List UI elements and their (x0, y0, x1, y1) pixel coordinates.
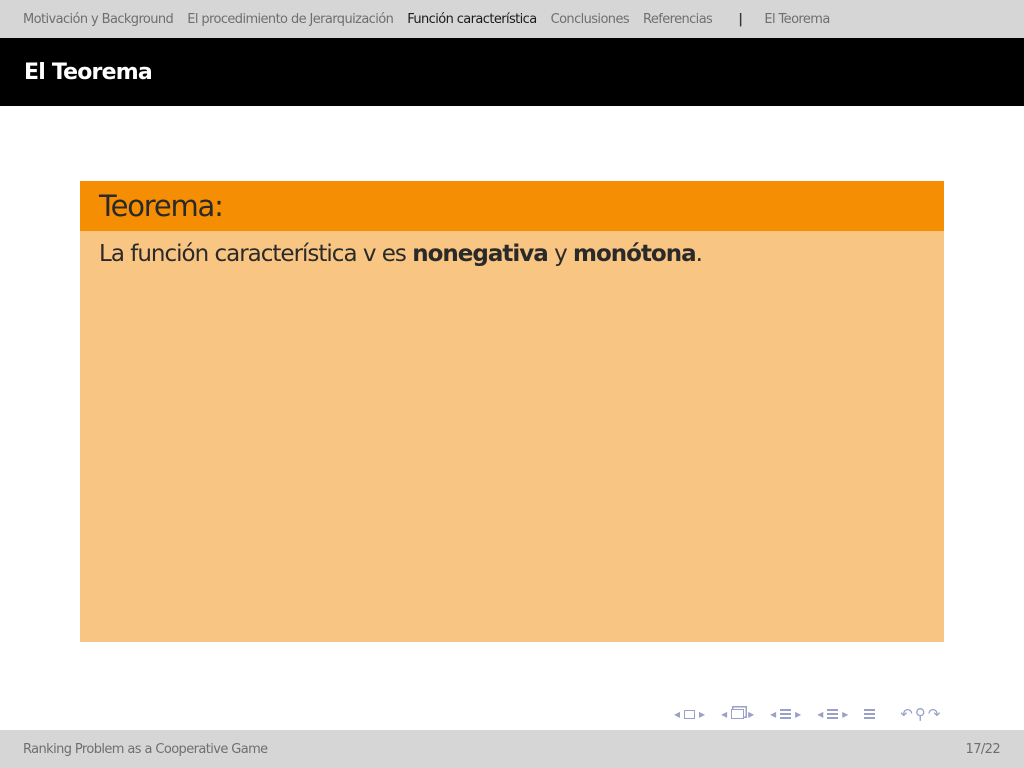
arrow-left-icon[interactable]: ◂ (817, 707, 823, 721)
nav-section-conclusiones[interactable]: Conclusiones (551, 12, 630, 27)
nav-section-jerarquizacion[interactable]: El procedimiento de Jerarquización (187, 12, 394, 27)
theorem-text-mid: y (547, 241, 573, 267)
appendix-nav-group[interactable] (862, 708, 877, 720)
theorem-text-end: . (695, 241, 703, 267)
theorem-block: Teorema: La función característica v es … (80, 181, 944, 642)
frame-nav-group[interactable]: ◂ ▸ (672, 707, 707, 721)
theorem-heading: Teorema: (99, 189, 224, 223)
arrow-left-icon[interactable]: ◂ (721, 707, 727, 721)
navigation-symbols: ◂ ▸ ◂ ▸ ◂ ▸ ◂ ▸ ↶ ⚲ ↷ (672, 704, 1022, 724)
section-icon[interactable] (780, 708, 792, 720)
nav-section-referencias[interactable]: Referencias (643, 12, 713, 27)
arrow-right-icon[interactable]: ▸ (748, 707, 754, 721)
theorem-statement: La función característica v es nonegativ… (80, 231, 944, 267)
arrow-left-icon[interactable]: ◂ (770, 707, 776, 721)
footer-bar: Ranking Problem as a Cooperative Game 17… (0, 730, 1024, 768)
loop-forward-icon[interactable]: ↷ (928, 705, 941, 723)
theorem-block-header: Teorema: (80, 181, 944, 231)
nav-section-funcion-caracteristica[interactable]: Función característica (407, 12, 537, 27)
footer-presentation-title: Ranking Problem as a Cooperative Game (23, 741, 268, 757)
arrow-right-icon[interactable]: ▸ (795, 707, 801, 721)
top-navigation-bar: Motivación y Background El procedimiento… (0, 0, 1024, 38)
frame-icon[interactable] (684, 709, 696, 719)
theorem-bold-nonegativa: nonegativa (412, 241, 549, 267)
arrow-left-icon[interactable]: ◂ (674, 707, 680, 721)
frame-title: El Teorema (24, 59, 153, 85)
arrow-right-icon[interactable]: ▸ (842, 707, 848, 721)
nav-separator: | (738, 11, 743, 27)
subsection-list-icon[interactable] (827, 708, 839, 720)
search-icon[interactable]: ⚲ (915, 705, 926, 723)
subsection-list-nav-group[interactable]: ◂ ▸ (815, 707, 850, 721)
appendix-icon[interactable] (864, 708, 876, 720)
subsection-nav-group[interactable]: ◂ ▸ (719, 707, 756, 721)
theorem-text-before: La función característica v es (99, 241, 413, 267)
frame-title-bar: El Teorema (0, 38, 1024, 106)
subsection-icon[interactable] (731, 709, 745, 719)
page-number: 17/22 (965, 741, 1001, 757)
nav-section-motivacion[interactable]: Motivación y Background (23, 12, 174, 27)
section-nav-group[interactable]: ◂ ▸ (768, 707, 803, 721)
loop-back-icon[interactable]: ↶ (900, 705, 913, 723)
theorem-bold-monotona: monótona (573, 241, 697, 267)
nav-subsection-el-teorema[interactable]: El Teorema (764, 12, 830, 27)
arrow-right-icon[interactable]: ▸ (699, 707, 705, 721)
